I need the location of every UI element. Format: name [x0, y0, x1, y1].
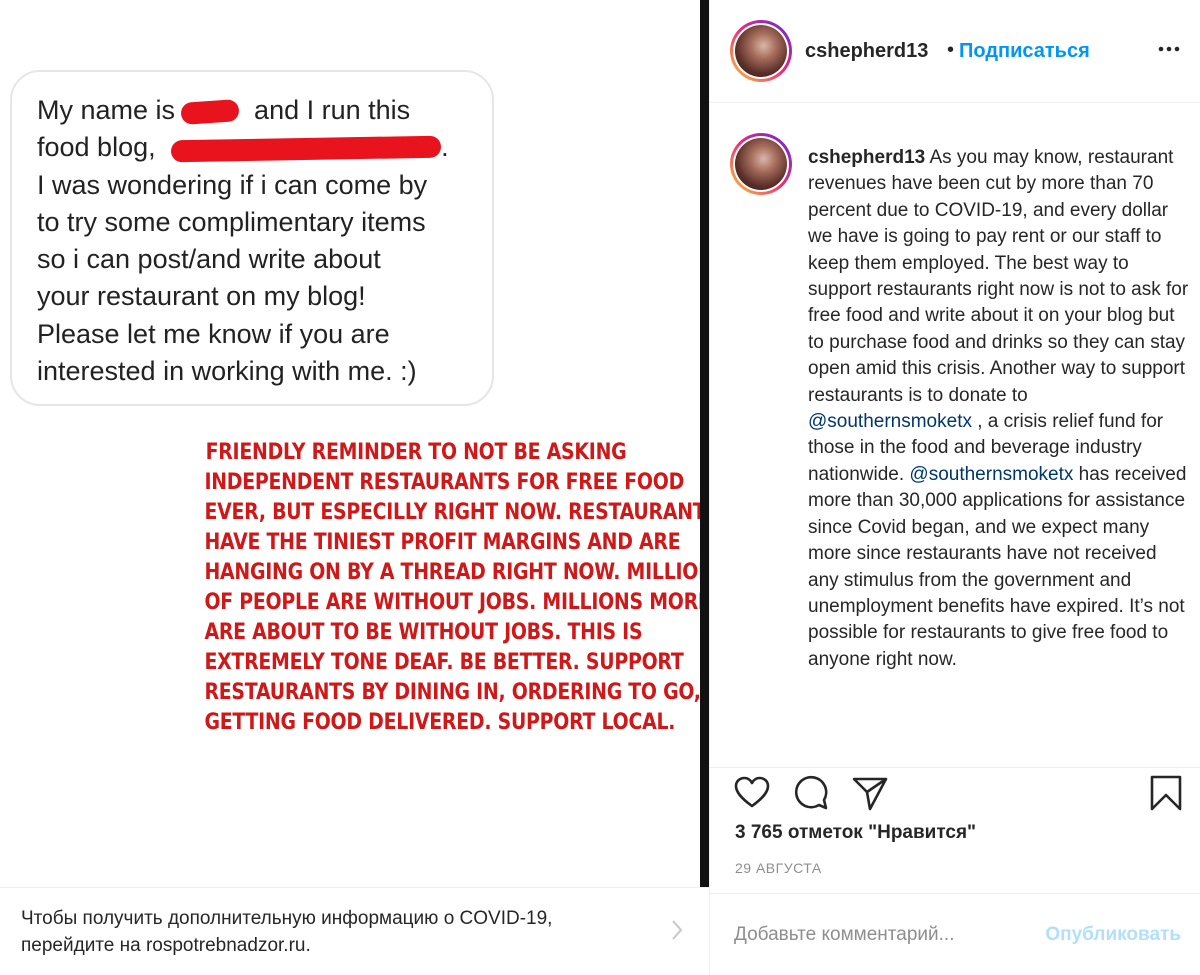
publish-button[interactable]: Опубликовать [1045, 924, 1181, 946]
post-date[interactable]: 29 АВГУСТА [735, 860, 822, 876]
reminder-line: HANGING ON BY A THREAD RIGHT NOW. MILLIO… [204, 560, 700, 585]
reminder-line: ARE ABOUT TO BE WITHOUT JOBS. THIS IS [204, 620, 643, 645]
dm-line: to try some complimentary items [37, 206, 426, 237]
reminder-line: EXTREMELY TONE DEAF. BE BETTER. SUPPORT [204, 650, 684, 675]
caption-text: has received more than 30,000 applicatio… [808, 463, 1187, 670]
separator-dot: • [947, 39, 955, 61]
dm-line: My name is and I run this [37, 92, 478, 129]
more-icon[interactable] [1155, 38, 1183, 60]
reminder-line: OF PEOPLE ARE WITHOUT JOBS. MILLIONS MOR… [204, 590, 700, 615]
post-caption: cshepherd13 As you may know, restaurant … [808, 145, 1192, 673]
mention-link[interactable]: @southernsmoketx [909, 464, 1073, 485]
likes-count[interactable]: 3 765 отметок "Нравится" [735, 822, 976, 844]
dm-line: your restaurant on my blog! [37, 281, 366, 312]
follow-button[interactable]: Подписаться [959, 40, 1090, 63]
dm-line: interested in working with me. :) [37, 356, 417, 387]
reminder-line: EVER, BUT ESPECILLY RIGHT NOW. RESTAURAN… [204, 500, 700, 525]
post-image[interactable]: My name is and I run this food blog, . I… [0, 0, 700, 887]
reminder-text: FRIENDLY REMINDER TO NOT BE ASKING INDEP… [204, 438, 700, 738]
dm-text: . [441, 132, 449, 163]
image-divider [700, 0, 709, 887]
dm-line: so i can post/and write about [37, 244, 381, 275]
caption-avatar[interactable] [730, 133, 792, 195]
comment-icon[interactable] [791, 773, 831, 813]
dm-line: Please let me know if you are [37, 318, 390, 349]
dm-text: and I run this [246, 95, 411, 125]
reminder-line: FRIENDLY REMINDER TO NOT BE ASKING [205, 440, 627, 465]
mention-link[interactable]: @southernsmoketx [808, 411, 972, 432]
avatar[interactable] [730, 20, 792, 82]
post-sidebar: cshepherd13 • Подписаться cshepherd13 As… [709, 0, 1200, 975]
dm-message-bubble: My name is and I run this food blog, . I… [10, 70, 494, 406]
caption-text: As you may know, restaurant revenues hav… [808, 147, 1189, 406]
reminder-line: INDEPENDENT RESTAURANTS FOR FREE FOOD [204, 470, 685, 495]
heart-icon[interactable] [732, 773, 772, 813]
redaction-mark [179, 98, 240, 125]
reminder-line: GETTING FOOD DELIVERED. SUPPORT LOCAL. [204, 710, 676, 735]
header-username[interactable]: cshepherd13 [805, 40, 928, 63]
dm-text: food blog, [37, 132, 164, 163]
share-icon[interactable] [850, 773, 890, 813]
covid-info-text: Чтобы получить дополнительную информацию… [21, 908, 553, 956]
redaction-mark [170, 135, 442, 163]
reminder-line: HAVE THE TINIEST PROFIT MARGINS AND ARE [204, 530, 681, 555]
dm-line: food blog, . [37, 129, 478, 166]
dm-text: My name is [37, 95, 183, 125]
chevron-right-icon [672, 920, 683, 940]
caption-username[interactable]: cshepherd13 [808, 147, 925, 168]
action-bar [710, 767, 1200, 827]
bookmark-icon[interactable] [1146, 773, 1186, 813]
comment-bar: Опубликовать [710, 893, 1200, 975]
reminder-line: RESTAURANTS BY DINING IN, ORDERING TO GO… [204, 680, 700, 705]
dm-line: I was wondering if i can come by [37, 169, 428, 200]
covid-info-banner[interactable]: Чтобы получить дополнительную информацию… [0, 887, 709, 975]
comment-input[interactable] [734, 920, 1024, 950]
post-header: cshepherd13 • Подписаться [710, 0, 1200, 103]
